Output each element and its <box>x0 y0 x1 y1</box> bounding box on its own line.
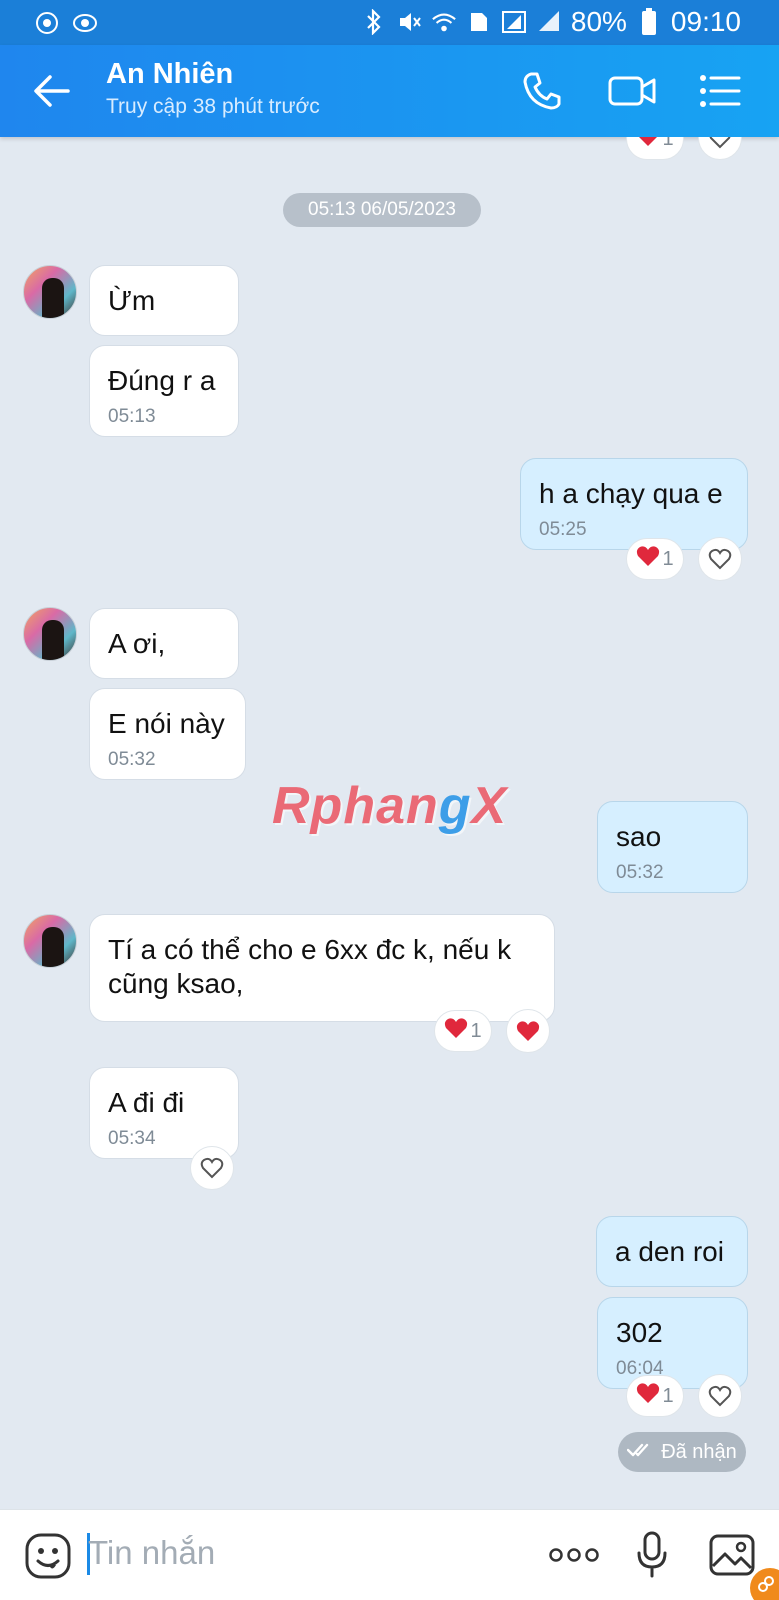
delivery-status-text: Đã nhận <box>661 1440 737 1463</box>
reaction-count: 1 <box>662 547 674 570</box>
video-call-icon[interactable] <box>606 67 658 115</box>
reaction-heart-count[interactable]: 1 <box>626 538 684 580</box>
message-bubble[interactable]: Đúng r a 05:13 <box>89 345 239 437</box>
liked-heart-icon[interactable] <box>506 1009 550 1053</box>
mute-icon <box>396 9 422 35</box>
message-bubble[interactable]: E nói này 05:32 <box>89 688 246 780</box>
heart-icon <box>444 1017 468 1045</box>
heart-icon <box>636 1382 660 1410</box>
reaction-count: 1 <box>470 1019 482 1042</box>
message-text: A đi đi <box>108 1087 185 1118</box>
like-heart-icon[interactable] <box>190 1146 234 1190</box>
reaction-heart-count[interactable]: 1 <box>626 1375 684 1417</box>
watermark-logo: RphangX <box>272 777 508 835</box>
status-bar: 80% 09:10 <box>0 0 779 45</box>
signal-icon-2 <box>536 9 562 35</box>
battery-icon <box>636 8 662 35</box>
heart-icon <box>636 545 660 573</box>
reaction-count: 1 <box>662 1384 674 1407</box>
message-time: 05:32 <box>108 749 156 770</box>
message-bubble[interactable]: Ừm <box>89 265 239 336</box>
sim-icon <box>466 9 492 35</box>
double-check-icon <box>626 1441 653 1464</box>
message-bubble-own[interactable]: a den roi <box>596 1216 748 1287</box>
message-text: Đúng r a <box>108 365 216 396</box>
avatar[interactable] <box>23 914 77 968</box>
more-options-icon[interactable] <box>548 1530 600 1580</box>
message-text: Tí a có thể cho e 6xx đc k, nếu k cũng k… <box>108 934 512 999</box>
sticker-emoji-icon[interactable] <box>24 1532 72 1580</box>
message-text: Ừm <box>108 285 156 316</box>
header-layer: An Nhiên Truy cập 38 phút trước <box>0 45 779 137</box>
message-input-bar: Tin nhắn <box>0 1509 779 1600</box>
message-text: a den roi <box>615 1236 724 1267</box>
wifi-icon <box>431 9 457 35</box>
aperture-icon <box>34 10 60 36</box>
message-bubble-own[interactable]: sao 05:32 <box>597 801 748 893</box>
signal-icon <box>501 9 527 35</box>
message-time: 05:13 <box>108 406 156 427</box>
last-seen-status: Truy cập 38 phút trước <box>106 95 320 118</box>
date-separator: 05:13 06/05/2023 <box>283 193 481 227</box>
message-input[interactable]: Tin nhắn <box>88 1534 215 1572</box>
phone-call-icon[interactable] <box>518 67 566 115</box>
message-bubble[interactable]: Tí a có thể cho e 6xx đc k, nếu k cũng k… <box>89 914 555 1022</box>
message-bubble[interactable]: A ơi, <box>89 608 239 679</box>
contact-name[interactable]: An Nhiên <box>106 58 233 91</box>
reaction-heart-count[interactable]: 1 <box>434 1010 492 1052</box>
back-arrow-icon[interactable] <box>32 73 72 109</box>
message-text: 302 <box>616 1317 663 1348</box>
image-gallery-icon[interactable] <box>708 1530 756 1580</box>
message-text: A ơi, <box>108 628 166 659</box>
message-text: sao <box>616 821 662 852</box>
battery-percent: 80% <box>570 6 627 37</box>
avatar[interactable] <box>23 265 77 319</box>
clock: 09:10 <box>670 6 741 37</box>
message-text: E nói này <box>108 708 225 739</box>
message-bubble[interactable]: A đi đi 05:34 <box>89 1067 239 1159</box>
avatar[interactable] <box>23 607 77 661</box>
eye-icon <box>72 10 98 36</box>
like-heart-icon[interactable] <box>698 1374 742 1418</box>
microphone-icon[interactable] <box>632 1530 672 1580</box>
delivery-status-badge: Đã nhận <box>618 1432 746 1472</box>
menu-list-icon[interactable] <box>696 67 744 115</box>
message-bubble-own[interactable]: h a chạy qua e 05:25 <box>520 458 748 550</box>
bluetooth-icon <box>361 9 387 35</box>
message-text: h a chạy qua e <box>539 478 723 509</box>
message-time: 05:32 <box>616 862 664 883</box>
like-heart-icon[interactable] <box>698 537 742 581</box>
